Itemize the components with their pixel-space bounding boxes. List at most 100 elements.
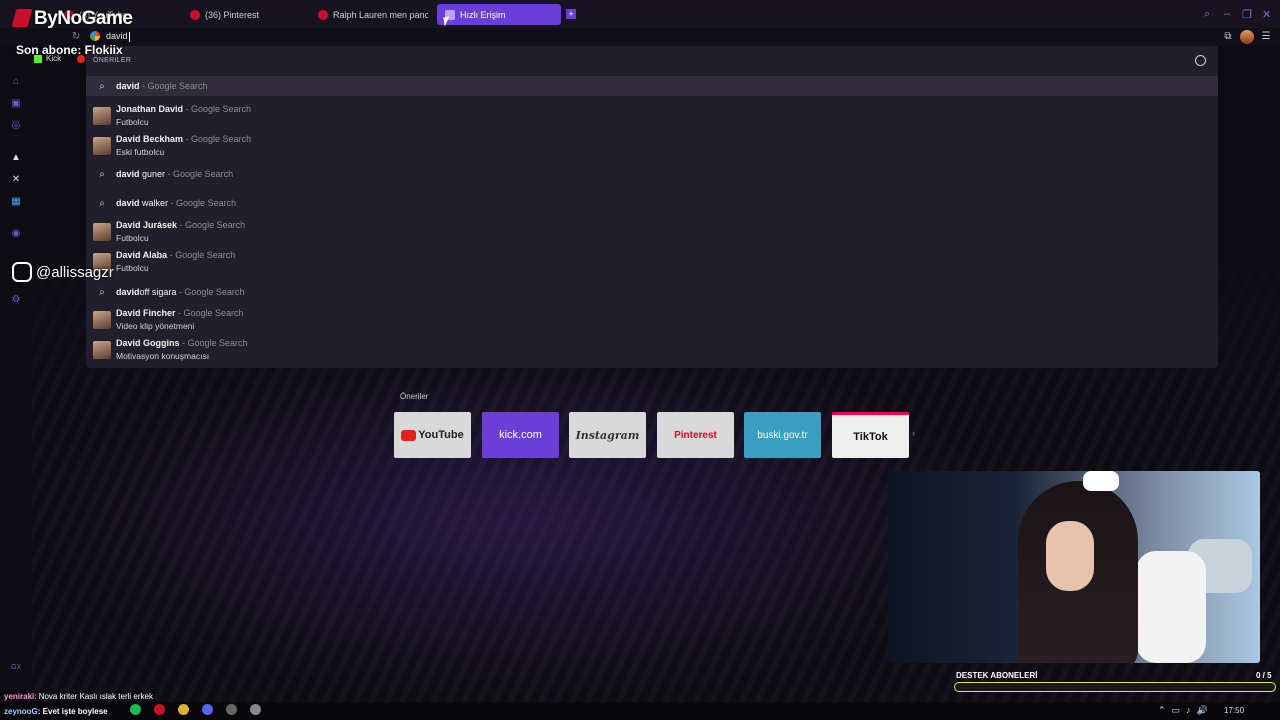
search-icon: ⌕ [99, 80, 105, 92]
suggestion-title: david walker - Google Search [116, 197, 236, 210]
tab-label: (36) Pinterest [205, 9, 260, 20]
suggestion-text: David Fincher - Google Search Video klip … [116, 307, 244, 333]
twitch-icon[interactable]: ▣ [10, 98, 22, 110]
settings-icon[interactable]: ⚙ [10, 294, 22, 306]
suggestion-item[interactable]: Jonathan David - Google Search Futbolcu [86, 102, 1218, 130]
separator: - [139, 80, 148, 91]
tab-label: Ralph Lauren men panosu [333, 9, 428, 20]
chat-message: yeniraki: Nova kriter Kaslı ıslak terli … [4, 692, 153, 701]
profile-avatar[interactable] [1240, 30, 1254, 44]
speed-dial-instagram[interactable]: Instagram [569, 412, 646, 458]
player-icon[interactable]: ◉ [10, 228, 22, 240]
aria-icon[interactable]: ▲ [10, 152, 22, 164]
bynogame-logo: ByNoGame [11, 8, 133, 30]
url-input[interactable]: david [90, 31, 130, 42]
messenger-icon[interactable]: ◎ [10, 120, 22, 132]
suggestion-item[interactable]: David Goggins - Google Search Motivasyon … [86, 336, 1218, 364]
youtube-logo-icon [401, 429, 417, 441]
suggestion-match: Jonathan David [116, 104, 184, 114]
google-icon [90, 31, 100, 42]
taskbar-apps [130, 704, 261, 715]
suggestion-rest: guner [139, 168, 166, 179]
suggestion-match: david [116, 168, 140, 179]
youtube-bookmark-icon[interactable] [77, 55, 85, 63]
x-twitter-icon[interactable]: ✕ [10, 174, 22, 186]
suggestion-text: David Beckham - Google Search Eski futbol… [116, 133, 251, 159]
discord-icon[interactable] [202, 704, 213, 715]
instagram-icon [12, 262, 32, 282]
tile-label: TikTok [853, 430, 888, 443]
tab-hizli-erisim[interactable]: Hızlı Erişim [437, 4, 561, 25]
suggestion-title: David Beckham - Google Search [116, 133, 251, 146]
tab-bar: (3) YouTube (36) Pinterest Ralph Lauren … [0, 0, 1280, 28]
suggestion-title: david - Google Search [116, 80, 208, 93]
suggestion-item[interactable]: ⌕ davidoff sigara - Google Search [86, 282, 1218, 302]
spotify-icon[interactable] [130, 704, 141, 715]
speed-dial-kick[interactable]: kick.com [482, 412, 559, 458]
suggestion-item[interactable]: David Beckham - Google Search Eski futbol… [86, 132, 1218, 160]
new-tab-button[interactable]: + [566, 9, 576, 19]
tab-ralph-lauren[interactable]: Ralph Lauren men panosu [310, 4, 428, 25]
tile-label: Pinterest [674, 429, 717, 441]
suggestion-item[interactable]: David Jurásek - Google Search Futbolcu [86, 218, 1218, 246]
suggestion-item[interactable]: David Fincher - Google Search Video klip … [86, 306, 1218, 334]
browser-window: (3) YouTube (36) Pinterest Ralph Lauren … [0, 0, 1280, 720]
suggestion-subtitle: Motivasyon konuşmacısı [116, 351, 210, 361]
suggestion-source: Google Search [187, 338, 248, 348]
suggestion-item[interactable]: ⌕ david - Google Search [86, 76, 1218, 96]
tab-label: Hızlı Erişim [460, 9, 506, 20]
suggestion-item[interactable]: ⌕ david walker - Google Search [86, 193, 1218, 213]
app-icon[interactable]: ▦ [10, 196, 22, 208]
tile-label: buski.gov.tr [757, 429, 808, 441]
obs-icon[interactable] [250, 704, 261, 715]
suggestion-source: Google Search [147, 80, 208, 91]
last-subscriber: Son abone: Flokiix [16, 43, 123, 57]
extensions-icon[interactable]: ⧉ [1222, 31, 1234, 43]
speed-dial-buski[interactable]: buski.gov.tr [744, 412, 821, 458]
maximize-icon[interactable]: ❐ [1242, 8, 1252, 21]
reload-icon[interactable]: ↻ [72, 31, 80, 42]
suggestion-source: Google Search [184, 286, 245, 297]
suggestion-rest: walker [139, 197, 169, 208]
app-icon[interactable] [226, 704, 237, 715]
pinterest-icon [318, 9, 328, 20]
chevron-right-icon[interactable]: › [912, 428, 915, 438]
url-value: david [106, 31, 128, 41]
system-tray[interactable]: ⌃▭♪🔊 [1158, 705, 1214, 716]
suggestion-source: Google Search [175, 250, 236, 260]
tab-pinterest[interactable]: (36) Pinterest [182, 4, 302, 25]
support-subs-label: DESTEK ABONELERİ [956, 671, 1038, 680]
emoji-icon[interactable] [1195, 55, 1206, 66]
chat-text: : Evet işte boylese [37, 707, 108, 716]
speed-dial-pinterest[interactable]: Pinterest [657, 412, 734, 458]
suggestion-text: David Goggins - Google Search Motivasyon … [116, 337, 248, 363]
bookmark-kick[interactable]: Kick [34, 54, 61, 63]
separator: - [165, 168, 174, 179]
suggestion-match: David Jurásek [116, 220, 178, 230]
suggestion-match: david [116, 286, 140, 297]
speed-dial-label: Öneriler [400, 392, 429, 401]
suggestion-text: David Jurásek - Google Search Futbolcu [116, 219, 245, 245]
suggestion-match: David Goggins [116, 338, 180, 348]
suggestion-item[interactable]: ⌕ david guner - Google Search [86, 164, 1218, 184]
suggestion-match: David Alaba [116, 250, 168, 260]
suggestion-source: Google Search [173, 168, 234, 179]
close-icon[interactable]: ✕ [1262, 8, 1271, 21]
tile-label: YouTube [418, 429, 464, 441]
speed-dial-youtube[interactable]: YouTube [394, 412, 471, 458]
opera-gx-icon[interactable] [154, 704, 165, 715]
suggestion-source: Google Search [183, 308, 244, 318]
search-tabs-icon[interactable]: ⌕ [1204, 8, 1210, 21]
chrome-icon[interactable] [178, 704, 189, 715]
speed-dial-tiktok[interactable]: TikTok [832, 412, 909, 458]
suggestion-match: David Fincher [116, 308, 176, 318]
menu-icon[interactable]: ☰ [1260, 31, 1272, 43]
suggestion-item[interactable]: David Alaba - Google Search Futbolcu [86, 248, 1218, 276]
minimize-icon[interactable]: – [1224, 8, 1230, 20]
chat-user: zeynooG [4, 707, 38, 716]
gx-corner-icon[interactable]: ⌂ [10, 76, 22, 88]
person-thumbnail [93, 223, 111, 241]
suggestion-source: Google Search [191, 134, 252, 144]
headphone-ears [1083, 471, 1119, 491]
sidebar: ⌂ ▣ ◎ ▲ ✕ ▦ ◉ ⚙ GX [0, 46, 32, 706]
